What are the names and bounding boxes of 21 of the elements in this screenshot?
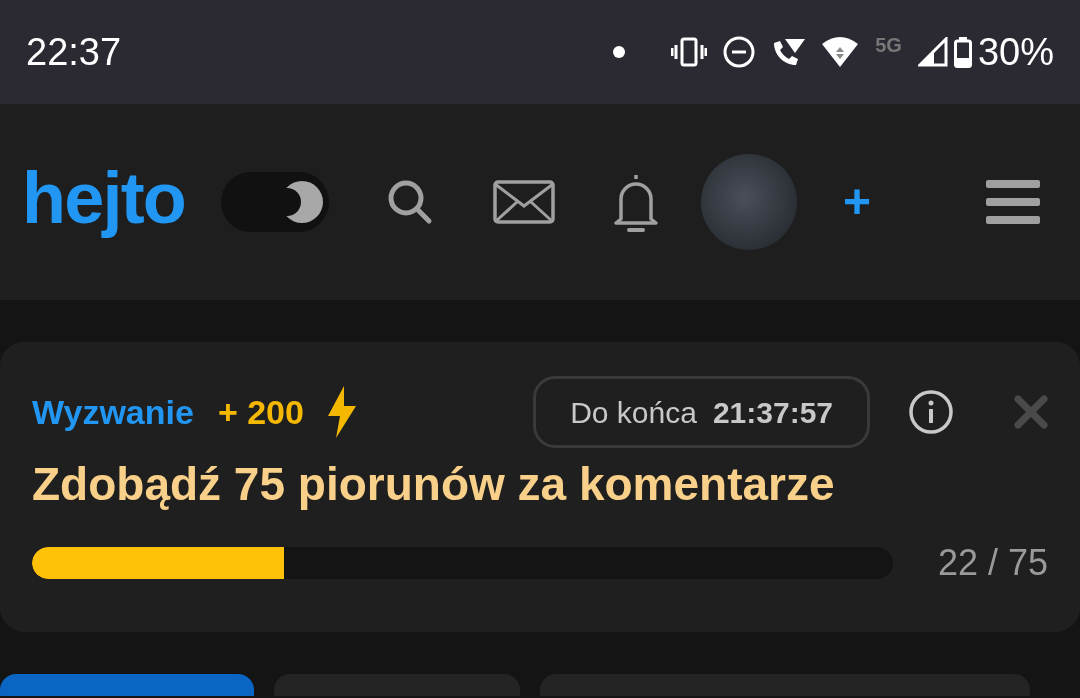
add-post-button[interactable]: + — [843, 178, 872, 226]
countdown-label: Do końca — [570, 394, 697, 431]
challenge-title: Zdobądź 75 piorunów za komentarze — [32, 457, 836, 512]
challenge-label: Wyzwanie — [32, 391, 194, 433]
reward-points: + 200 — [217, 391, 304, 433]
notification-dot-icon — [613, 46, 626, 58]
signal-icon — [917, 37, 948, 67]
do-not-disturb-icon — [723, 36, 756, 68]
search-icon[interactable] — [387, 179, 433, 225]
network-type: 5G — [875, 33, 902, 58]
battery-icon — [953, 36, 972, 68]
vibrate-icon — [671, 37, 708, 67]
progress-count: 22 / 75 — [937, 540, 1048, 585]
clock: 22:37 — [26, 29, 122, 75]
mail-icon[interactable] — [493, 180, 555, 224]
countdown-time: 21:37:57 — [712, 394, 833, 431]
info-icon[interactable] — [908, 389, 954, 435]
wifi-icon — [821, 36, 860, 68]
menu-icon[interactable] — [986, 178, 1040, 226]
lightning-icon — [325, 386, 358, 438]
battery-percent: 30% — [977, 29, 1054, 75]
